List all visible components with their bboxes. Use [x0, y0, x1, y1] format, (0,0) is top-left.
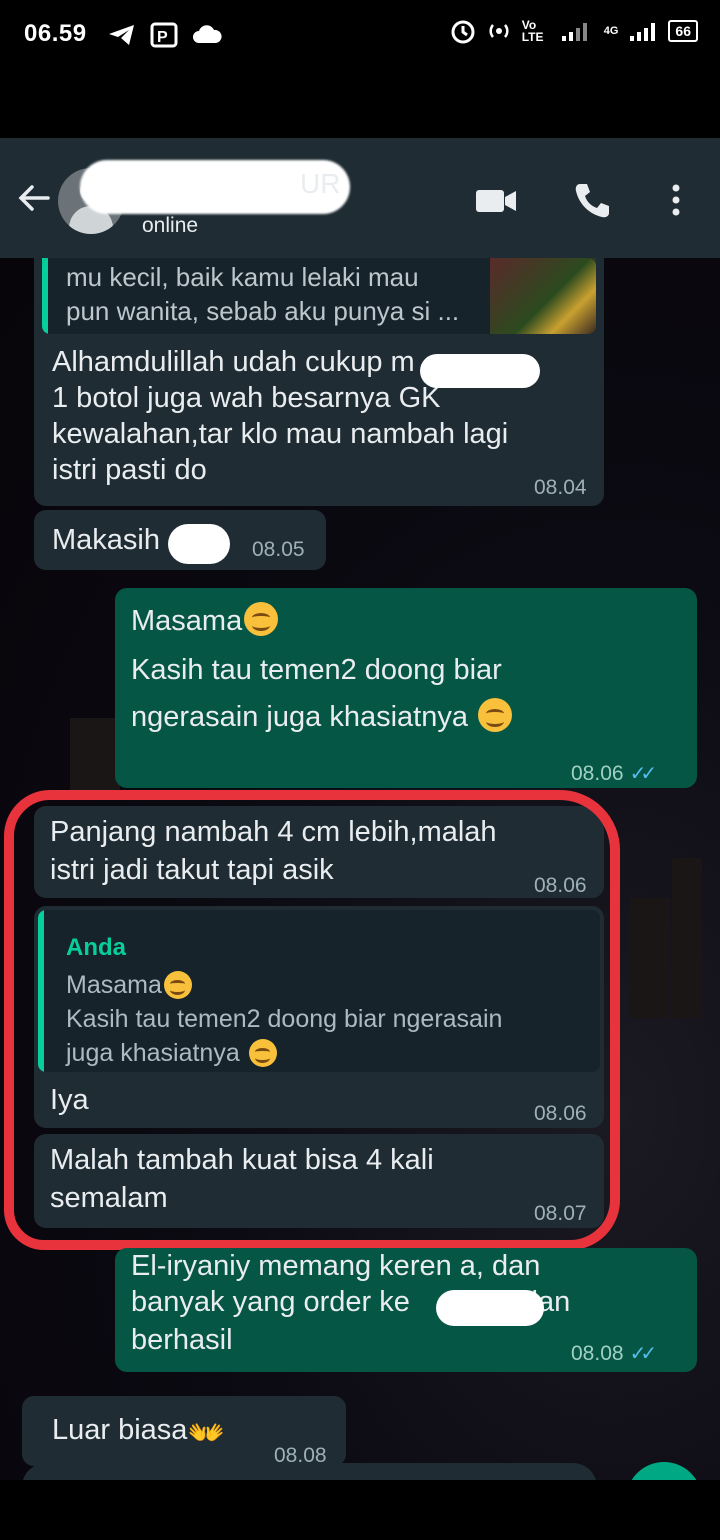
- back-arrow-icon[interactable]: [16, 180, 52, 216]
- network-4g-label: 4G: [603, 25, 619, 37]
- quote-line: mu kecil, baik kamu lelaki mau: [66, 262, 419, 292]
- volte-label: Vo LTE: [521, 18, 544, 44]
- message-line: berhasil: [131, 1324, 233, 1356]
- highlight-annotation: [4, 790, 620, 1250]
- message-outgoing[interactable]: Masama Kasih tau temen2 doong biar ngera…: [115, 588, 697, 788]
- message-line: Luar biasa👐: [52, 1414, 225, 1450]
- quote-thumbnail: [490, 258, 596, 334]
- signal-icon-2: [630, 23, 656, 41]
- message-meta: 08.06 ✓✓: [571, 756, 657, 792]
- notification-icons: P: [108, 22, 222, 48]
- message-line: Masama: [131, 602, 279, 639]
- cloud-icon: [193, 25, 222, 43]
- contact-status: online: [142, 214, 199, 237]
- wallpaper-building: [70, 718, 120, 798]
- status-right: Vo LTE 4G 66: [450, 18, 698, 44]
- contact-name[interactable]: UR: [300, 168, 340, 200]
- message-incoming[interactable]: Luar biasa👐 08.08: [22, 1396, 346, 1467]
- message-time: 08.04: [534, 476, 587, 499]
- quote-line: pun wanita, sebab aku punya si ...: [66, 296, 460, 326]
- message-line: ngerasain juga khasiatnya: [131, 698, 513, 735]
- message-text: Makasih: [52, 524, 160, 556]
- redaction-mark: [168, 524, 230, 564]
- message-line: istri pasti do: [52, 454, 207, 486]
- status-bar: 06.59 P Vo LTE 4G 66: [0, 0, 720, 80]
- read-receipt-icon: ✓✓: [629, 1343, 657, 1365]
- smile-emoji-icon: [244, 602, 279, 636]
- top-spacer: [0, 80, 720, 138]
- parking-icon: P: [150, 22, 178, 48]
- signal-icon: [561, 23, 587, 41]
- message-time: 08.05: [252, 538, 305, 561]
- quoted-message-continued: mu kecil, baik kamu lelaki mau pun wanit…: [42, 258, 596, 334]
- message-meta: 08.08 ✓✓: [571, 1336, 657, 1372]
- message-time: 08.08: [571, 1342, 624, 1365]
- voice-call-icon[interactable]: [572, 180, 612, 220]
- status-time: 06.59: [24, 20, 87, 47]
- message-outgoing[interactable]: El-iryaniy memang keren a, dan banyak ya…: [115, 1248, 697, 1372]
- battery-indicator: 66: [668, 20, 698, 42]
- chat-header: UR online: [0, 138, 720, 258]
- svg-text:P: P: [157, 29, 168, 46]
- message-line: Kasih tau temen2 doong biar: [131, 654, 502, 686]
- video-call-icon[interactable]: [474, 180, 518, 220]
- alarm-icon: [451, 20, 475, 44]
- redaction-mark: [436, 1290, 544, 1326]
- chat-area[interactable]: mu kecil, baik kamu lelaki mau pun wanit…: [0, 258, 720, 1480]
- hotspot-icon: [489, 24, 509, 38]
- smile-emoji-icon: [478, 698, 513, 732]
- bottom-strip: [0, 1480, 720, 1540]
- more-options-icon[interactable]: [664, 180, 688, 220]
- wallpaper-building: [630, 898, 670, 1018]
- read-receipt-icon: ✓✓: [629, 763, 657, 785]
- message-time: 08.06: [571, 762, 624, 785]
- telegram-icon: [109, 25, 134, 45]
- wallpaper-building: [672, 858, 702, 1018]
- message-line: El-iryaniy memang keren a, dan: [131, 1250, 541, 1282]
- message-line: kewalahan,tar klo mau nambah lagi: [52, 418, 509, 450]
- clapping-hands-emoji-icon: 👐: [187, 1417, 225, 1450]
- redaction-mark: [420, 354, 540, 388]
